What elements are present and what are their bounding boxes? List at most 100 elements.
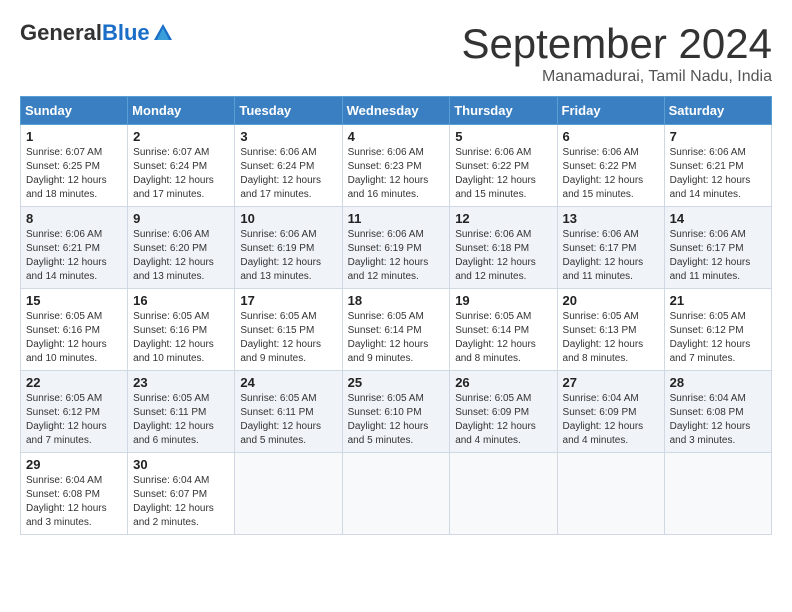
calendar-cell: 18 Sunrise: 6:05 AM Sunset: 6:14 PM Dayli… (342, 289, 450, 371)
calendar-cell: 8 Sunrise: 6:06 AM Sunset: 6:21 PM Daylig… (21, 207, 128, 289)
day-header-wednesday: Wednesday (342, 97, 450, 125)
day-number: 28 (670, 375, 766, 390)
calendar-table: SundayMondayTuesdayWednesdayThursdayFrid… (20, 96, 772, 535)
day-number: 6 (563, 129, 659, 144)
day-number: 16 (133, 293, 229, 308)
day-info: Sunrise: 6:05 AM Sunset: 6:12 PM Dayligh… (26, 392, 122, 448)
calendar-cell: 3Sunrise: 6:06 AM Sunset: 6:24 PM Daylig… (235, 125, 342, 207)
calendar-cell: 25 Sunrise: 6:05 AM Sunset: 6:10 PM Dayli… (342, 371, 450, 453)
day-info: Sunrise: 6:05 AM Sunset: 6:11 PM Dayligh… (240, 392, 336, 448)
day-info: Sunrise: 6:05 AM Sunset: 6:12 PM Dayligh… (670, 310, 766, 366)
calendar-cell: 23 Sunrise: 6:05 AM Sunset: 6:11 PM Dayli… (128, 371, 235, 453)
day-info: Sunrise: 6:05 AM Sunset: 6:14 PM Dayligh… (455, 310, 551, 366)
day-info: Sunrise: 6:05 AM Sunset: 6:16 PM Dayligh… (26, 310, 122, 366)
calendar-cell: 21 Sunrise: 6:05 AM Sunset: 6:12 PM Dayli… (664, 289, 771, 371)
day-number: 29 (26, 457, 122, 472)
calendar-cell: 19 Sunrise: 6:05 AM Sunset: 6:14 PM Dayli… (450, 289, 557, 371)
day-info: Sunrise: 6:06 AM Sunset: 6:22 PM Dayligh… (455, 146, 551, 202)
day-info: Sunrise: 6:04 AM Sunset: 6:08 PM Dayligh… (670, 392, 766, 448)
day-number: 11 (348, 211, 445, 226)
calendar-cell: 5Sunrise: 6:06 AM Sunset: 6:22 PM Daylig… (450, 125, 557, 207)
day-number: 4 (348, 129, 445, 144)
calendar-cell: 6 Sunrise: 6:06 AM Sunset: 6:22 PM Daylig… (557, 125, 664, 207)
calendar-cell: 17 Sunrise: 6:05 AM Sunset: 6:15 PM Dayli… (235, 289, 342, 371)
day-info: Sunrise: 6:06 AM Sunset: 6:17 PM Dayligh… (670, 228, 766, 284)
calendar-cell: 2 Sunrise: 6:07 AM Sunset: 6:24 PM Daylig… (128, 125, 235, 207)
calendar-cell: 14 Sunrise: 6:06 AM Sunset: 6:17 PM Dayli… (664, 207, 771, 289)
day-info: Sunrise: 6:06 AM Sunset: 6:22 PM Dayligh… (563, 146, 659, 202)
day-number: 21 (670, 293, 766, 308)
day-info: Sunrise: 6:05 AM Sunset: 6:15 PM Dayligh… (240, 310, 336, 366)
day-info: Sunrise: 6:04 AM Sunset: 6:07 PM Dayligh… (133, 474, 229, 530)
calendar-week-row: 29 Sunrise: 6:04 AM Sunset: 6:08 PM Dayli… (21, 453, 772, 535)
day-number: 12 (455, 211, 551, 226)
day-info: Sunrise: 6:06 AM Sunset: 6:19 PM Dayligh… (348, 228, 445, 284)
calendar-cell (664, 453, 771, 535)
logo-general-text: General (20, 20, 102, 46)
day-number: 30 (133, 457, 229, 472)
calendar-cell: 10 Sunrise: 6:06 AM Sunset: 6:19 PM Dayli… (235, 207, 342, 289)
day-number: 7 (670, 129, 766, 144)
title-section: September 2024 Manamadurai, Tamil Nadu, … (461, 20, 772, 86)
calendar-cell: 12Sunrise: 6:06 AM Sunset: 6:18 PM Dayli… (450, 207, 557, 289)
calendar-cell: 7Sunrise: 6:06 AM Sunset: 6:21 PM Daylig… (664, 125, 771, 207)
calendar-cell: 11 Sunrise: 6:06 AM Sunset: 6:19 PM Dayli… (342, 207, 450, 289)
day-info: Sunrise: 6:04 AM Sunset: 6:08 PM Dayligh… (26, 474, 122, 530)
calendar-week-row: 1 Sunrise: 6:07 AM Sunset: 6:25 PM Daylig… (21, 125, 772, 207)
day-number: 10 (240, 211, 336, 226)
calendar-week-row: 15 Sunrise: 6:05 AM Sunset: 6:16 PM Dayli… (21, 289, 772, 371)
day-number: 23 (133, 375, 229, 390)
month-title: September 2024 (461, 20, 772, 68)
day-info: Sunrise: 6:05 AM Sunset: 6:13 PM Dayligh… (563, 310, 659, 366)
calendar-cell (235, 453, 342, 535)
calendar-cell: 30 Sunrise: 6:04 AM Sunset: 6:07 PM Dayli… (128, 453, 235, 535)
day-number: 26 (455, 375, 551, 390)
day-info: Sunrise: 6:05 AM Sunset: 6:11 PM Dayligh… (133, 392, 229, 448)
day-number: 1 (26, 129, 122, 144)
calendar-week-row: 8 Sunrise: 6:06 AM Sunset: 6:21 PM Daylig… (21, 207, 772, 289)
day-info: Sunrise: 6:07 AM Sunset: 6:24 PM Dayligh… (133, 146, 229, 202)
day-number: 8 (26, 211, 122, 226)
calendar-cell: 24 Sunrise: 6:05 AM Sunset: 6:11 PM Dayli… (235, 371, 342, 453)
day-number: 24 (240, 375, 336, 390)
calendar-cell: 1 Sunrise: 6:07 AM Sunset: 6:25 PM Daylig… (21, 125, 128, 207)
calendar-cell: 27 Sunrise: 6:04 AM Sunset: 6:09 PM Dayli… (557, 371, 664, 453)
calendar-cell: 26 Sunrise: 6:05 AM Sunset: 6:09 PM Dayli… (450, 371, 557, 453)
day-info: Sunrise: 6:06 AM Sunset: 6:24 PM Dayligh… (240, 146, 336, 202)
day-info: Sunrise: 6:06 AM Sunset: 6:23 PM Dayligh… (348, 146, 445, 202)
calendar-week-row: 22Sunrise: 6:05 AM Sunset: 6:12 PM Dayli… (21, 371, 772, 453)
day-number: 2 (133, 129, 229, 144)
day-info: Sunrise: 6:05 AM Sunset: 6:14 PM Dayligh… (348, 310, 445, 366)
page-header: General Blue September 2024 Manamadurai,… (20, 20, 772, 86)
day-header-monday: Monday (128, 97, 235, 125)
day-number: 13 (563, 211, 659, 226)
calendar-header-row: SundayMondayTuesdayWednesdayThursdayFrid… (21, 97, 772, 125)
calendar-cell: 22Sunrise: 6:05 AM Sunset: 6:12 PM Dayli… (21, 371, 128, 453)
day-info: Sunrise: 6:04 AM Sunset: 6:09 PM Dayligh… (563, 392, 659, 448)
day-number: 15 (26, 293, 122, 308)
day-info: Sunrise: 6:06 AM Sunset: 6:19 PM Dayligh… (240, 228, 336, 284)
day-number: 17 (240, 293, 336, 308)
calendar-cell: 28 Sunrise: 6:04 AM Sunset: 6:08 PM Dayli… (664, 371, 771, 453)
calendar-cell (557, 453, 664, 535)
calendar-cell: 15 Sunrise: 6:05 AM Sunset: 6:16 PM Dayli… (21, 289, 128, 371)
day-info: Sunrise: 6:06 AM Sunset: 6:17 PM Dayligh… (563, 228, 659, 284)
logo-blue-text: Blue (102, 20, 150, 46)
day-info: Sunrise: 6:05 AM Sunset: 6:10 PM Dayligh… (348, 392, 445, 448)
day-info: Sunrise: 6:05 AM Sunset: 6:09 PM Dayligh… (455, 392, 551, 448)
calendar-cell: 13 Sunrise: 6:06 AM Sunset: 6:17 PM Dayli… (557, 207, 664, 289)
logo: General Blue (20, 20, 174, 46)
day-number: 19 (455, 293, 551, 308)
calendar-cell: 16 Sunrise: 6:05 AM Sunset: 6:16 PM Dayli… (128, 289, 235, 371)
day-number: 20 (563, 293, 659, 308)
day-number: 18 (348, 293, 445, 308)
day-number: 14 (670, 211, 766, 226)
day-info: Sunrise: 6:06 AM Sunset: 6:21 PM Dayligh… (26, 228, 122, 284)
logo-icon (152, 22, 174, 44)
day-number: 27 (563, 375, 659, 390)
day-number: 9 (133, 211, 229, 226)
day-info: Sunrise: 6:07 AM Sunset: 6:25 PM Dayligh… (26, 146, 122, 202)
day-number: 25 (348, 375, 445, 390)
day-info: Sunrise: 6:05 AM Sunset: 6:16 PM Dayligh… (133, 310, 229, 366)
calendar-cell: 9Sunrise: 6:06 AM Sunset: 6:20 PM Daylig… (128, 207, 235, 289)
